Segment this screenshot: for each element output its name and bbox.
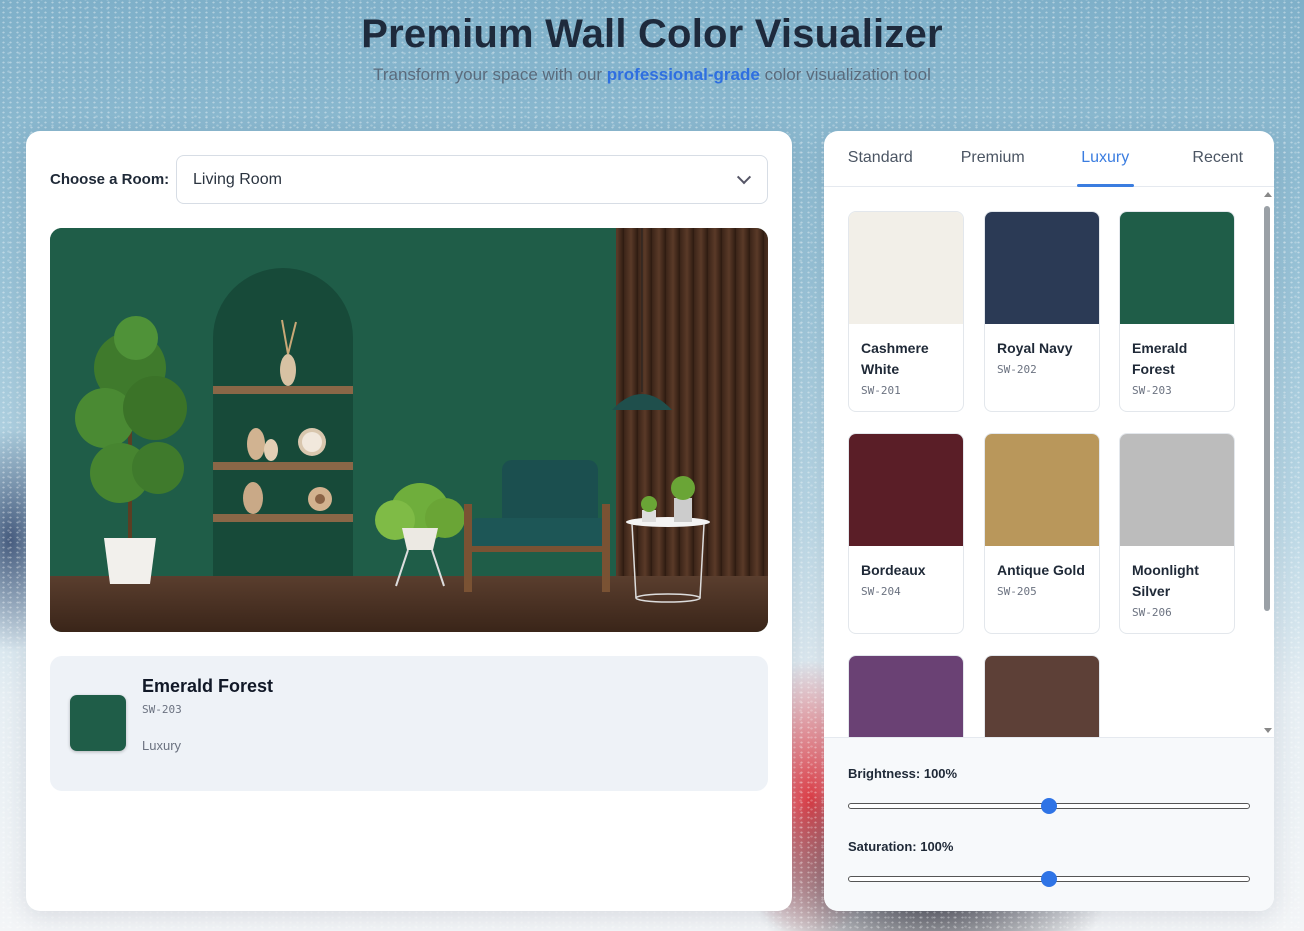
brightness-label: Brightness: 100% bbox=[848, 766, 958, 781]
swatch-color bbox=[849, 434, 963, 546]
tab-recent[interactable]: Recent bbox=[1162, 131, 1275, 186]
scrollbar-thumb[interactable] bbox=[1264, 206, 1270, 611]
swatch-card[interactable]: Moonlight Silver SW-206 bbox=[1119, 433, 1235, 634]
swatch-card[interactable] bbox=[848, 655, 964, 737]
swatch-grid: Cashmere White SW-201 Royal Navy SW-202 … bbox=[824, 188, 1274, 737]
tab-luxury[interactable]: Luxury bbox=[1049, 131, 1162, 187]
swatch-code: SW-205 bbox=[997, 585, 1037, 598]
room-label: Choose a Room: bbox=[50, 171, 170, 188]
room-preview-illustration bbox=[50, 228, 768, 632]
scroll-up-icon[interactable] bbox=[1264, 192, 1272, 197]
subtitle-accent: professional-grade bbox=[606, 65, 760, 84]
swatch-code: SW-204 bbox=[861, 585, 901, 598]
swatch-name: Royal Navy bbox=[997, 340, 1073, 356]
selected-color-tier: Luxury bbox=[142, 738, 182, 753]
palette-panel: Standard Premium Luxury Recent Cashmere … bbox=[824, 131, 1274, 911]
page-header: Premium Wall Color Visualizer Transform … bbox=[0, 0, 1304, 85]
swatch-card[interactable] bbox=[984, 655, 1100, 737]
selected-color-code: SW-203 bbox=[142, 703, 182, 716]
swatch-color bbox=[849, 656, 963, 737]
tab-premium[interactable]: Premium bbox=[937, 131, 1050, 186]
swatch-card[interactable]: Antique Gold SW-205 bbox=[984, 433, 1100, 634]
floor bbox=[50, 576, 768, 632]
swatch-card[interactable]: Cashmere White SW-201 bbox=[848, 211, 964, 412]
swatch-code: SW-206 bbox=[1132, 606, 1172, 619]
room-select[interactable]: Living Room bbox=[176, 155, 768, 204]
selected-color-chip bbox=[70, 695, 126, 751]
swatch-code: SW-201 bbox=[861, 384, 901, 397]
saturation-label: Saturation: 100% bbox=[848, 839, 954, 854]
swatch-color bbox=[1120, 434, 1234, 546]
chevron-down-icon bbox=[736, 169, 752, 184]
visualizer-panel: Choose a Room: Living Room Emerald Fores… bbox=[26, 131, 792, 911]
arch-niche bbox=[213, 268, 353, 576]
swatch-name: Emerald Forest bbox=[1132, 340, 1188, 377]
swatch-color bbox=[985, 212, 1099, 324]
swatch-code: SW-203 bbox=[1132, 384, 1172, 397]
swatch-color bbox=[985, 656, 1099, 737]
palette-tabs: Standard Premium Luxury Recent bbox=[824, 131, 1274, 187]
selected-color-name: Emerald Forest bbox=[142, 676, 274, 696]
swatch-code: SW-202 bbox=[997, 363, 1037, 376]
selected-color-info: Emerald Forest SW-203 Luxury bbox=[50, 656, 768, 791]
swatch-scrollbar[interactable] bbox=[1261, 188, 1274, 737]
tab-standard[interactable]: Standard bbox=[824, 131, 937, 186]
adjustment-controls: Brightness: 100% Saturation: 100% bbox=[824, 737, 1274, 911]
swatch-card[interactable]: Emerald Forest SW-203 bbox=[1119, 211, 1235, 412]
saturation-slider-handle[interactable] bbox=[1041, 871, 1057, 887]
brightness-slider-handle[interactable] bbox=[1041, 798, 1057, 814]
subtitle-text: Transform your space with our bbox=[373, 65, 607, 84]
swatch-color bbox=[1120, 212, 1234, 324]
swatch-name: Moonlight Silver bbox=[1132, 562, 1199, 599]
swatch-color bbox=[849, 212, 963, 324]
swatch-card[interactable]: Bordeaux SW-204 bbox=[848, 433, 964, 634]
subtitle-text-end: color visualization tool bbox=[759, 65, 931, 84]
swatch-name: Bordeaux bbox=[861, 562, 926, 578]
page-subtitle: Transform your space with our profession… bbox=[0, 65, 1304, 85]
swatch-name: Antique Gold bbox=[997, 562, 1085, 578]
swatch-name: Cashmere White bbox=[861, 340, 929, 377]
room-preview bbox=[50, 228, 768, 632]
brightness-slider[interactable] bbox=[848, 798, 1250, 814]
room-selector-row: Choose a Room: Living Room bbox=[50, 155, 768, 204]
page-title: Premium Wall Color Visualizer bbox=[361, 12, 943, 56]
swatch-card[interactable]: Royal Navy SW-202 bbox=[984, 211, 1100, 412]
swatch-color bbox=[985, 434, 1099, 546]
saturation-slider[interactable] bbox=[848, 871, 1250, 887]
room-select-value: Living Room bbox=[193, 170, 282, 188]
scroll-down-icon[interactable] bbox=[1264, 728, 1272, 733]
